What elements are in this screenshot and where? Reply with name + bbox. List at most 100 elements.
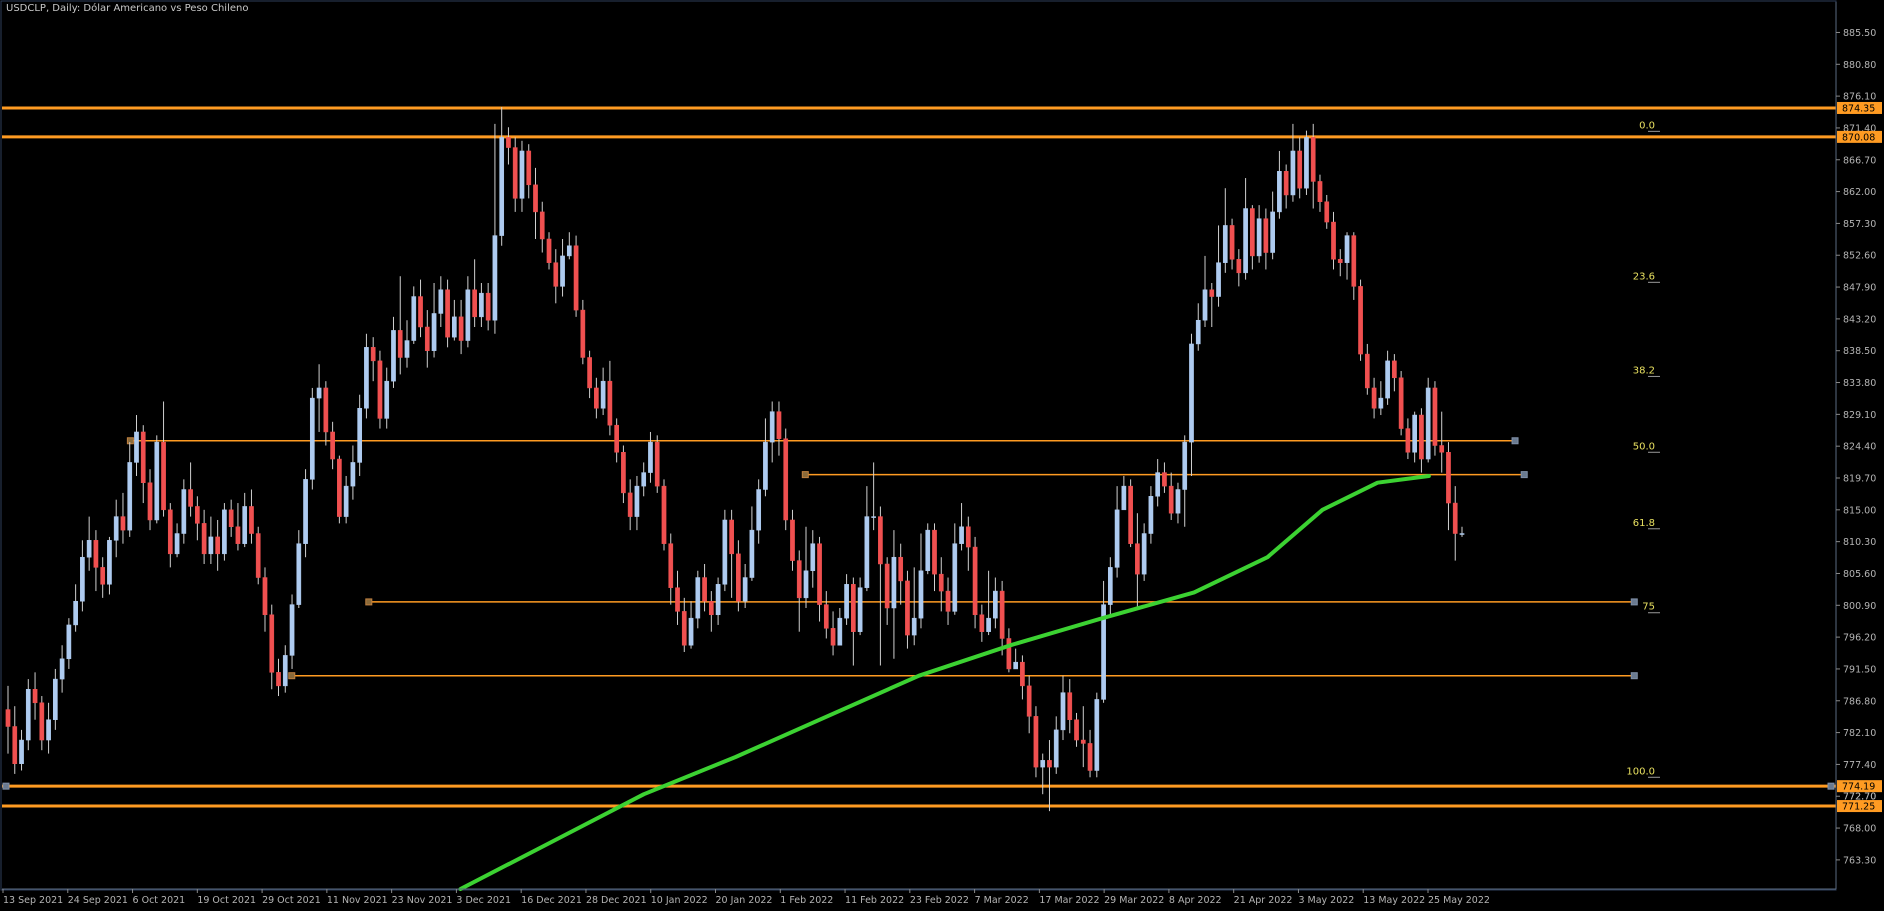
candle-body [303,479,308,544]
fibonacci-label: 23.6 [1633,271,1655,282]
candle-body [1358,286,1363,355]
time-tick-label: 16 Dec 2021 [521,895,582,906]
candle-body [384,380,390,419]
candle-body [695,577,701,619]
candle-body [1175,489,1181,514]
time-tick-label: 23 Feb 2022 [910,895,969,906]
candle-body [972,546,978,616]
candle-body [127,462,133,531]
price-tick-label: 763.30 [1843,855,1876,866]
candle-body [242,506,248,544]
candle-body [1452,502,1458,534]
candle-body [1026,685,1032,717]
price-tick-label: 777.40 [1843,760,1876,771]
candle-body [810,543,816,572]
candle-body [451,316,457,338]
candle-body [309,397,315,480]
time-tick-label: 25 May 2022 [1428,895,1490,906]
time-tick-label: 23 Nov 2021 [392,895,453,906]
candle-body [1243,208,1248,274]
candle-body [1331,221,1336,260]
candle-body [32,689,38,704]
candle-body [174,533,180,555]
candle-body [756,489,762,531]
price-tick-label: 791.50 [1843,664,1876,675]
candle-body [736,553,741,602]
candle-body [776,411,782,439]
moving-average [458,474,1431,891]
time-tick-label: 19 Oct 2021 [197,895,256,906]
line-handle [288,672,296,680]
candle-body [215,536,220,555]
candle-body [878,516,883,565]
candle-body [1020,661,1025,687]
candle-body [1412,414,1418,453]
candle-body [1047,760,1052,768]
candle-body [249,506,254,534]
candle-body [1222,225,1228,263]
candle-body [979,614,985,632]
price-tick-label: 866.70 [1843,155,1876,166]
candle-body [1094,699,1100,771]
candle-body [154,441,160,521]
candle-body [1310,137,1316,182]
candle-body [1405,428,1411,453]
candle-body [1121,485,1127,511]
candle-body [952,543,958,612]
candle-body [688,617,694,646]
candle-body [1290,150,1296,196]
candle-body [546,238,552,263]
candle-body [472,289,477,318]
price-tick-label: 796.20 [1843,633,1876,644]
candle-body [431,313,437,351]
candle-body [262,577,268,616]
candle-body [681,611,687,646]
price-tick-label: 847.90 [1843,283,1876,294]
candle-body [1459,533,1465,535]
price-chart[interactable]: 0.0 23.6 38.2 50.0 61.8 75 100.0 885.50 880.80 8… [0,0,1884,911]
price-tick-label: 843.20 [1843,314,1876,325]
line-handle [1520,471,1528,479]
candle-body [566,245,572,257]
plot-frame [0,0,1837,891]
candle-body [1080,739,1086,744]
candle-body [526,150,532,186]
line-handle [1827,782,1835,790]
candle-body [46,719,51,741]
candle-body [107,540,112,585]
price-tick-label: 880.80 [1843,60,1876,71]
candle-body [276,672,281,687]
time-tick-label: 10 Jan 2022 [651,895,708,906]
candle-body [993,590,998,619]
time-tick-label: 8 Apr 2022 [1169,895,1222,906]
fibonacci-label: 75 [1642,602,1655,613]
candle-body [560,255,565,287]
candle-body [600,380,606,409]
candle-body [1155,472,1161,497]
candle-body [188,489,193,507]
candle-body [39,702,45,741]
candle-body [729,519,734,555]
candle-body [12,726,18,764]
candle-body [938,573,944,592]
candle-body [343,485,349,517]
candle-body [1324,201,1330,223]
fibonacci-label: 61.8 [1633,518,1655,529]
candle-body [634,485,640,517]
line-handle [1630,672,1638,680]
candle-body [573,245,579,311]
fibonacci-label: 38.2 [1633,365,1655,376]
candle-body [1060,692,1066,731]
candle-body [533,184,538,213]
candle-body [580,309,586,358]
candle-body [749,529,755,578]
candle-body [1013,661,1019,670]
candle-body [1114,509,1120,568]
candle-body [1182,441,1188,490]
time-tick-label: 13 May 2022 [1363,895,1425,906]
candle-body [553,262,559,287]
time-tick-label: 20 Jan 2022 [716,895,773,906]
candle-body [986,617,991,632]
candle-body [607,380,613,426]
candle-body [905,580,910,636]
